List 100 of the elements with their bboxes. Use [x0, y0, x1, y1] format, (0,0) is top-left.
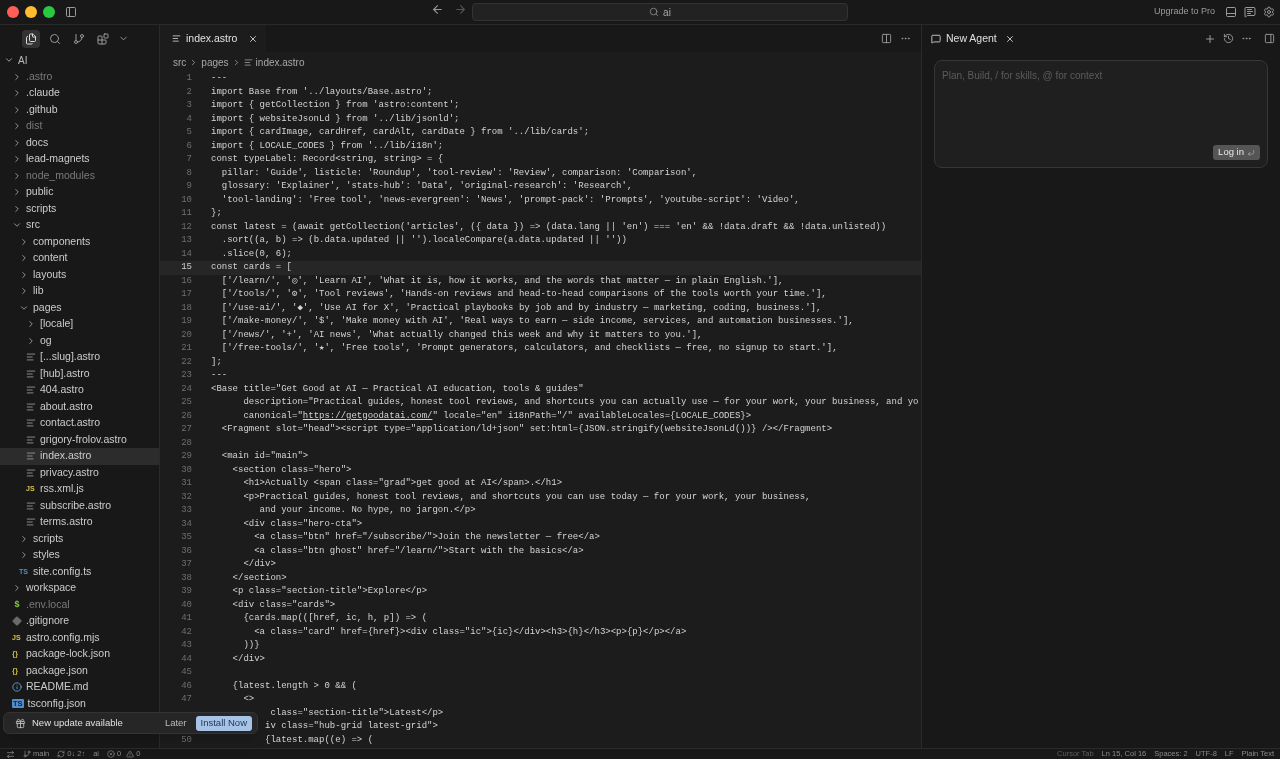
code-line: <section class="hero">: [232, 464, 352, 475]
file-item[interactable]: contact.astro: [0, 415, 159, 432]
code-line: ))}: [243, 640, 260, 650]
history-icon[interactable]: [1223, 33, 1234, 44]
folder-item[interactable]: content: [0, 250, 159, 267]
info-icon: [12, 682, 22, 693]
upgrade-link[interactable]: Upgrade to Pro: [1153, 5, 1215, 19]
panel-icon[interactable]: [1264, 33, 1275, 44]
line-number: 40: [181, 599, 192, 610]
file-item[interactable]: [hub].astro: [0, 365, 159, 382]
chevron-right-icon: [26, 335, 36, 346]
chevron-right-icon: [12, 170, 22, 181]
back-arrow-icon[interactable]: [431, 3, 444, 16]
chat-icon: [931, 33, 941, 44]
file-type-label: {}: [12, 648, 20, 661]
file-item[interactable]: index.astro: [0, 448, 159, 465]
remote-icon[interactable]: [6, 749, 15, 759]
folder-item[interactable]: scripts: [0, 200, 159, 217]
file-type-label: $: [13, 598, 21, 611]
file-item[interactable]: terms.astro: [0, 514, 159, 531]
file-item[interactable]: {} package.json: [0, 662, 159, 679]
code-line: <p>Practical guides, honest tool reviews, and shortcuts you can use today — for your work, your business,: [243, 491, 811, 502]
forward-arrow-icon[interactable]: [454, 3, 467, 16]
zoom-window-button[interactable]: [43, 6, 55, 18]
line-number: 9: [186, 181, 192, 191]
chat-icon[interactable]: [1244, 6, 1256, 18]
file-item[interactable]: {} package-lock.json: [0, 646, 159, 663]
line-number: 13: [181, 235, 192, 245]
branch-icon: [23, 750, 31, 758]
folder-item[interactable]: workspace: [0, 580, 159, 597]
code-line: ---: [211, 370, 228, 380]
split-editor-icon[interactable]: [881, 33, 892, 44]
close-icon[interactable]: [248, 33, 259, 44]
code-line: <div class="hero-cta">: [243, 518, 363, 529]
line-number: 37: [181, 559, 192, 569]
search-icon: [49, 32, 61, 45]
folder-item[interactable]: components: [0, 233, 159, 250]
sidebar-toggle-icon[interactable]: [65, 6, 77, 18]
file-lines-icon: [26, 451, 36, 462]
panel-icon[interactable]: [1225, 6, 1237, 18]
folder-item[interactable]: lib: [0, 283, 159, 300]
folder-item[interactable]: scripts: [0, 530, 159, 547]
line-number: 47: [181, 694, 192, 704]
line-number: 4: [186, 113, 192, 124]
file-item[interactable]: subscribe.astro: [0, 497, 159, 514]
file-item[interactable]: privacy.astro: [0, 464, 159, 481]
agent-tab[interactable]: New Agent: [922, 25, 1023, 52]
plus-icon[interactable]: [1204, 32, 1216, 45]
line-number: 28: [181, 437, 192, 448]
folder-item[interactable]: styles: [0, 547, 159, 564]
code-line: ['/news/', '+', 'AI news', 'What actually changed this week and why it matters to you.'],: [221, 329, 703, 340]
folder-item[interactable]: [locale]: [0, 316, 159, 333]
folder-item[interactable]: AI: [0, 52, 159, 69]
chevron-right-icon: [12, 88, 22, 99]
search-field[interactable]: ai: [472, 3, 848, 21]
file-item[interactable]: README.md: [0, 679, 159, 696]
login-button[interactable]: Log in: [1213, 145, 1260, 160]
line-number: 39: [181, 586, 192, 596]
code-line: description="Practical guides, honest tool reviews, and shortcuts you can actually use — for your work, your business, and yo: [243, 397, 919, 407]
folder-item[interactable]: pages: [0, 299, 159, 316]
code-line: <p class="section-title">Explore</p>: [232, 586, 428, 596]
breadcrumb-item[interactable]: src: [173, 54, 187, 70]
folder-item[interactable]: docs: [0, 134, 159, 151]
later-button[interactable]: Later: [161, 715, 190, 731]
file-item[interactable]: 404.astro: [0, 382, 159, 399]
code-line: import { getCollection } from 'astro:content';: [211, 100, 460, 110]
url-link[interactable]: https://getgoodatai.com/: [302, 410, 433, 421]
editor-tab[interactable]: index.astro: [160, 25, 267, 52]
code-line: const cards = [: [211, 262, 292, 272]
line-number: 23: [181, 370, 192, 380]
folder-item[interactable]: lead-magnets: [0, 151, 159, 168]
notification-message: New update available: [32, 715, 123, 730]
file-item[interactable]: about.astro: [0, 398, 159, 415]
folder-item[interactable]: dist: [0, 118, 159, 135]
folder-item[interactable]: node_modules: [0, 167, 159, 184]
folder-item[interactable]: layouts: [0, 266, 159, 283]
install-now-button[interactable]: Install Now: [195, 715, 252, 731]
error-icon: [107, 750, 116, 758]
line-number: 50: [181, 734, 192, 745]
code-line: and your income. No hype, no jargon.</p>: [259, 505, 476, 515]
folder-item[interactable]: .astro: [0, 68, 159, 85]
close-icon[interactable]: [1004, 33, 1015, 44]
folder-item[interactable]: src: [0, 217, 159, 234]
sidebar-tool-tab[interactable]: [22, 29, 40, 48]
file-item[interactable]: grigory-frolov.astro: [0, 431, 159, 448]
breadcrumb-item[interactable]: index.astro: [255, 54, 305, 70]
close-window-button[interactable]: [7, 6, 19, 18]
folder-item[interactable]: og: [0, 332, 159, 349]
file-item[interactable]: $ .env.local: [0, 596, 159, 613]
line-number: 24: [181, 383, 192, 394]
line-number: 33: [181, 505, 192, 515]
file-item[interactable]: [...slug].astro: [0, 349, 159, 366]
folder-item[interactable]: .github: [0, 101, 159, 118]
breadcrumb-item[interactable]: pages: [201, 54, 229, 70]
minimize-window-button[interactable]: [25, 6, 37, 18]
file-item[interactable]: .gitignore: [0, 613, 159, 630]
settings-icon[interactable]: [1263, 6, 1275, 18]
folder-item[interactable]: public: [0, 184, 159, 201]
folder-item[interactable]: .claude: [0, 85, 159, 102]
line-number: 1: [186, 73, 192, 83]
